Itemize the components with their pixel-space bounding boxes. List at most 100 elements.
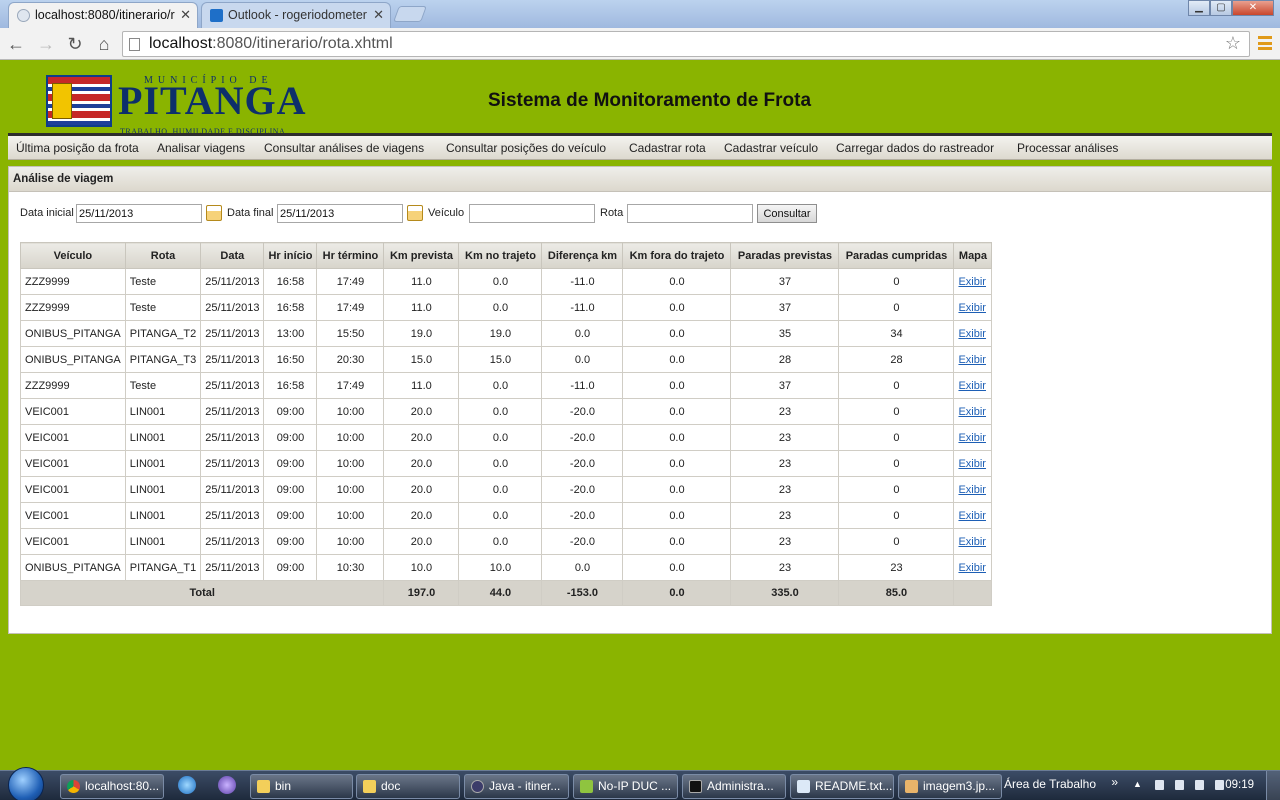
column-header[interactable]: Rota <box>124 242 202 269</box>
cell-end-time: 15:50 <box>316 320 385 347</box>
cell-map-link: Exibir <box>953 346 993 373</box>
exibir-link[interactable]: Exibir <box>958 484 986 496</box>
cell-paradas-cumpridas: 28 <box>838 346 955 373</box>
start-button[interactable] <box>8 767 44 800</box>
cell-date: 25/11/2013 <box>200 372 265 399</box>
volume-icon[interactable] <box>1215 780 1224 790</box>
tab-close-icon[interactable]: ✕ <box>180 3 191 27</box>
taskbar-item-chrome[interactable]: localhost:80... <box>60 774 164 799</box>
action-center-flag-icon[interactable] <box>1155 780 1164 790</box>
calendar-icon[interactable] <box>407 205 423 221</box>
forward-arrow-icon[interactable]: → <box>34 32 58 56</box>
cell-map-link: Exibir <box>953 450 993 477</box>
exibir-link[interactable]: Exibir <box>958 510 986 522</box>
menu-item-ultima-posicao[interactable]: Última posição da frota <box>16 141 139 155</box>
cell-km-fora: 0.0 <box>622 320 732 347</box>
menu-item-consultar-analises[interactable]: Consultar análises de viagens <box>264 141 424 155</box>
exibir-link[interactable]: Exibir <box>958 432 986 444</box>
menu-item-analisar-viagens[interactable]: Analisar viagens <box>157 141 245 155</box>
start-date-input[interactable] <box>76 204 202 223</box>
end-date-label: Data final <box>227 207 274 219</box>
column-header[interactable]: Km fora do trajeto <box>622 242 732 269</box>
taskbar-item-doc[interactable]: doc <box>356 774 460 799</box>
browser-menu-icon[interactable] <box>1258 36 1272 50</box>
desktop-toolbar-label[interactable]: Área de Trabalho <box>1004 777 1096 791</box>
clock[interactable]: 09:19 <box>1225 779 1254 791</box>
taskbar-item-readme[interactable]: README.txt... <box>790 774 894 799</box>
cell-diferenca-km: -11.0 <box>541 372 624 399</box>
cell-diferenca-km: -20.0 <box>541 398 624 425</box>
cell-vehicle: VEIC001 <box>20 528 126 555</box>
cell-route: PITANGA_T3 <box>124 346 202 373</box>
exibir-link[interactable]: Exibir <box>958 562 986 574</box>
exibir-link[interactable]: Exibir <box>958 458 986 470</box>
show-desktop-button[interactable] <box>1266 771 1280 800</box>
cell-start-time: 09:00 <box>263 476 318 503</box>
taskbar-item-imagem[interactable]: imagem3.jp... <box>898 774 1002 799</box>
column-header[interactable]: Data <box>200 242 265 269</box>
toolbar-chevron-icon[interactable]: » <box>1111 775 1118 789</box>
cell-paradas-cumpridas: 0 <box>838 268 955 295</box>
column-header[interactable]: Paradas previstas <box>730 242 840 269</box>
cell-map-link: Exibir <box>953 372 993 399</box>
menu-item-consultar-posicoes[interactable]: Consultar posições do veículo <box>446 141 606 155</box>
taskbar-item-noip[interactable]: No-IP DUC ... <box>573 774 678 799</box>
taskbar-item-cmd[interactable]: Administra... <box>682 774 786 799</box>
exibir-link[interactable]: Exibir <box>958 276 986 288</box>
cell-km-fora: 0.0 <box>622 398 732 425</box>
column-header[interactable]: Paradas cumpridas <box>838 242 955 269</box>
column-header[interactable]: Diferença km <box>541 242 624 269</box>
home-icon[interactable]: ⌂ <box>92 32 116 56</box>
address-bar[interactable]: localhost:8080/itinerario/rota.xhtml ☆ <box>122 31 1250 57</box>
back-arrow-icon[interactable]: ← <box>4 32 28 56</box>
tab-close-icon[interactable]: ✕ <box>373 3 384 27</box>
cell-map-link: Exibir <box>953 320 993 347</box>
taskbar-item-java[interactable]: Java - itiner... <box>464 774 569 799</box>
cell-date: 25/11/2013 <box>200 398 265 425</box>
menu-item-cadastrar-veiculo[interactable]: Cadastrar veículo <box>724 141 818 155</box>
calendar-icon[interactable] <box>206 205 222 221</box>
table-row: VEIC001 LIN001 25/11/2013 09:00 10:00 20.0 0.0… <box>20 398 993 425</box>
column-header[interactable]: Km no trajeto <box>458 242 543 269</box>
cell-paradas-cumpridas: 34 <box>838 320 955 347</box>
cell-map-link: Exibir <box>953 268 993 295</box>
app-icon[interactable] <box>218 776 236 794</box>
column-header[interactable]: Km prevista <box>383 242 460 269</box>
vehicle-input[interactable] <box>469 204 595 223</box>
cell-diferenca-km: 0.0 <box>541 554 624 581</box>
cell-paradas-previstas: 23 <box>730 398 840 425</box>
menu-item-cadastrar-rota[interactable]: Cadastrar rota <box>629 141 706 155</box>
usb-device-icon[interactable] <box>1175 780 1184 790</box>
network-icon[interactable] <box>1195 780 1204 790</box>
new-tab-button[interactable] <box>393 6 427 22</box>
reload-icon[interactable]: ↻ <box>63 32 87 56</box>
cell-vehicle: ONIBUS_PITANGA <box>20 554 126 581</box>
route-input[interactable] <box>627 204 753 223</box>
exibir-link[interactable]: Exibir <box>958 536 986 548</box>
exibir-link[interactable]: Exibir <box>958 406 986 418</box>
cell-paradas-previstas: 37 <box>730 268 840 295</box>
minimize-button[interactable]: ▁ <box>1188 0 1210 16</box>
menu-item-carregar-dados[interactable]: Carregar dados do rastreador <box>836 141 994 155</box>
internet-explorer-icon[interactable] <box>178 776 196 794</box>
browser-tab-localhost[interactable]: localhost:8080/itinerario/r ✕ <box>8 2 198 28</box>
exibir-link[interactable]: Exibir <box>958 302 986 314</box>
close-window-button[interactable]: ✕ <box>1232 0 1274 16</box>
taskbar-item-bin[interactable]: bin <box>250 774 353 799</box>
end-date-input[interactable] <box>277 204 403 223</box>
cell-vehicle: VEIC001 <box>20 398 126 425</box>
exibir-link[interactable]: Exibir <box>958 328 986 340</box>
cell-date: 25/11/2013 <box>200 528 265 555</box>
column-header[interactable]: Hr término <box>316 242 385 269</box>
exibir-link[interactable]: Exibir <box>958 380 986 392</box>
tray-expand-icon[interactable]: ▲ <box>1133 779 1142 789</box>
bookmark-star-icon[interactable]: ☆ <box>1225 33 1241 54</box>
maximize-button[interactable]: ▢ <box>1210 0 1232 16</box>
menu-item-processar-analises[interactable]: Processar análises <box>1017 141 1118 155</box>
consultar-button[interactable]: Consultar <box>757 204 817 223</box>
column-header[interactable]: Hr início <box>263 242 318 269</box>
exibir-link[interactable]: Exibir <box>958 354 986 366</box>
cell-end-time: 10:00 <box>316 476 385 503</box>
browser-tab-outlook[interactable]: Outlook - rogeriodometer ✕ <box>201 2 391 28</box>
column-header[interactable]: Veículo <box>20 242 126 269</box>
